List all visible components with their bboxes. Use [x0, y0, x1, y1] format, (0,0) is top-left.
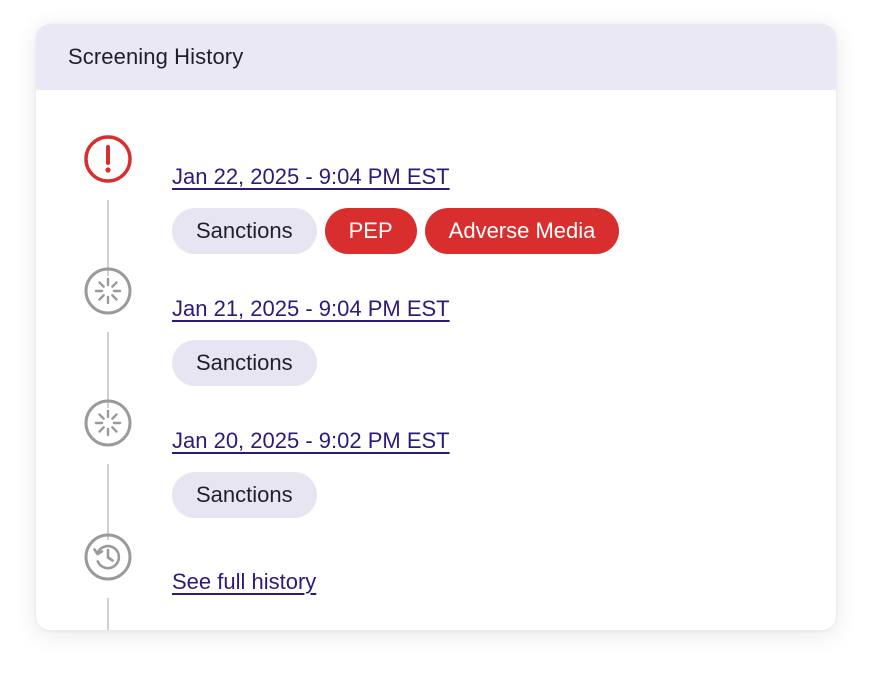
tag-adverse-media: Adverse Media — [424, 208, 620, 254]
timeline-connector — [107, 200, 109, 276]
timeline-connector — [107, 598, 109, 630]
timeline-connector — [107, 332, 109, 408]
card-title: Screening History — [68, 44, 244, 69]
card-header: Screening History — [36, 24, 836, 90]
history-icon — [83, 532, 133, 582]
alert-circle-icon — [83, 134, 133, 184]
tag-pep: PEP — [324, 208, 417, 254]
screening-entry-link[interactable]: Jan 20, 2025 - 9:02 PM EST — [172, 428, 450, 454]
timeline-connector — [107, 464, 109, 540]
screening-history-card: Screening History Jan 22, 2025 - 9:04 PM… — [36, 24, 836, 630]
entry-tags: Sanctions — [172, 472, 317, 518]
entry-tags: Sanctions PEP Adverse Media — [172, 208, 620, 254]
screening-entry-link[interactable]: Jan 21, 2025 - 9:04 PM EST — [172, 296, 450, 322]
screening-timeline: Jan 22, 2025 - 9:04 PM EST Sanctions PEP… — [36, 90, 836, 630]
tag-sanctions: Sanctions — [172, 340, 317, 386]
tag-sanctions: Sanctions — [172, 208, 317, 254]
entry-tags: Sanctions — [172, 340, 317, 386]
tag-sanctions: Sanctions — [172, 472, 317, 518]
loading-spinner-icon — [83, 398, 133, 448]
see-full-history-link[interactable]: See full history — [172, 569, 316, 595]
loading-spinner-icon — [83, 266, 133, 316]
screening-entry-link[interactable]: Jan 22, 2025 - 9:04 PM EST — [172, 164, 450, 190]
